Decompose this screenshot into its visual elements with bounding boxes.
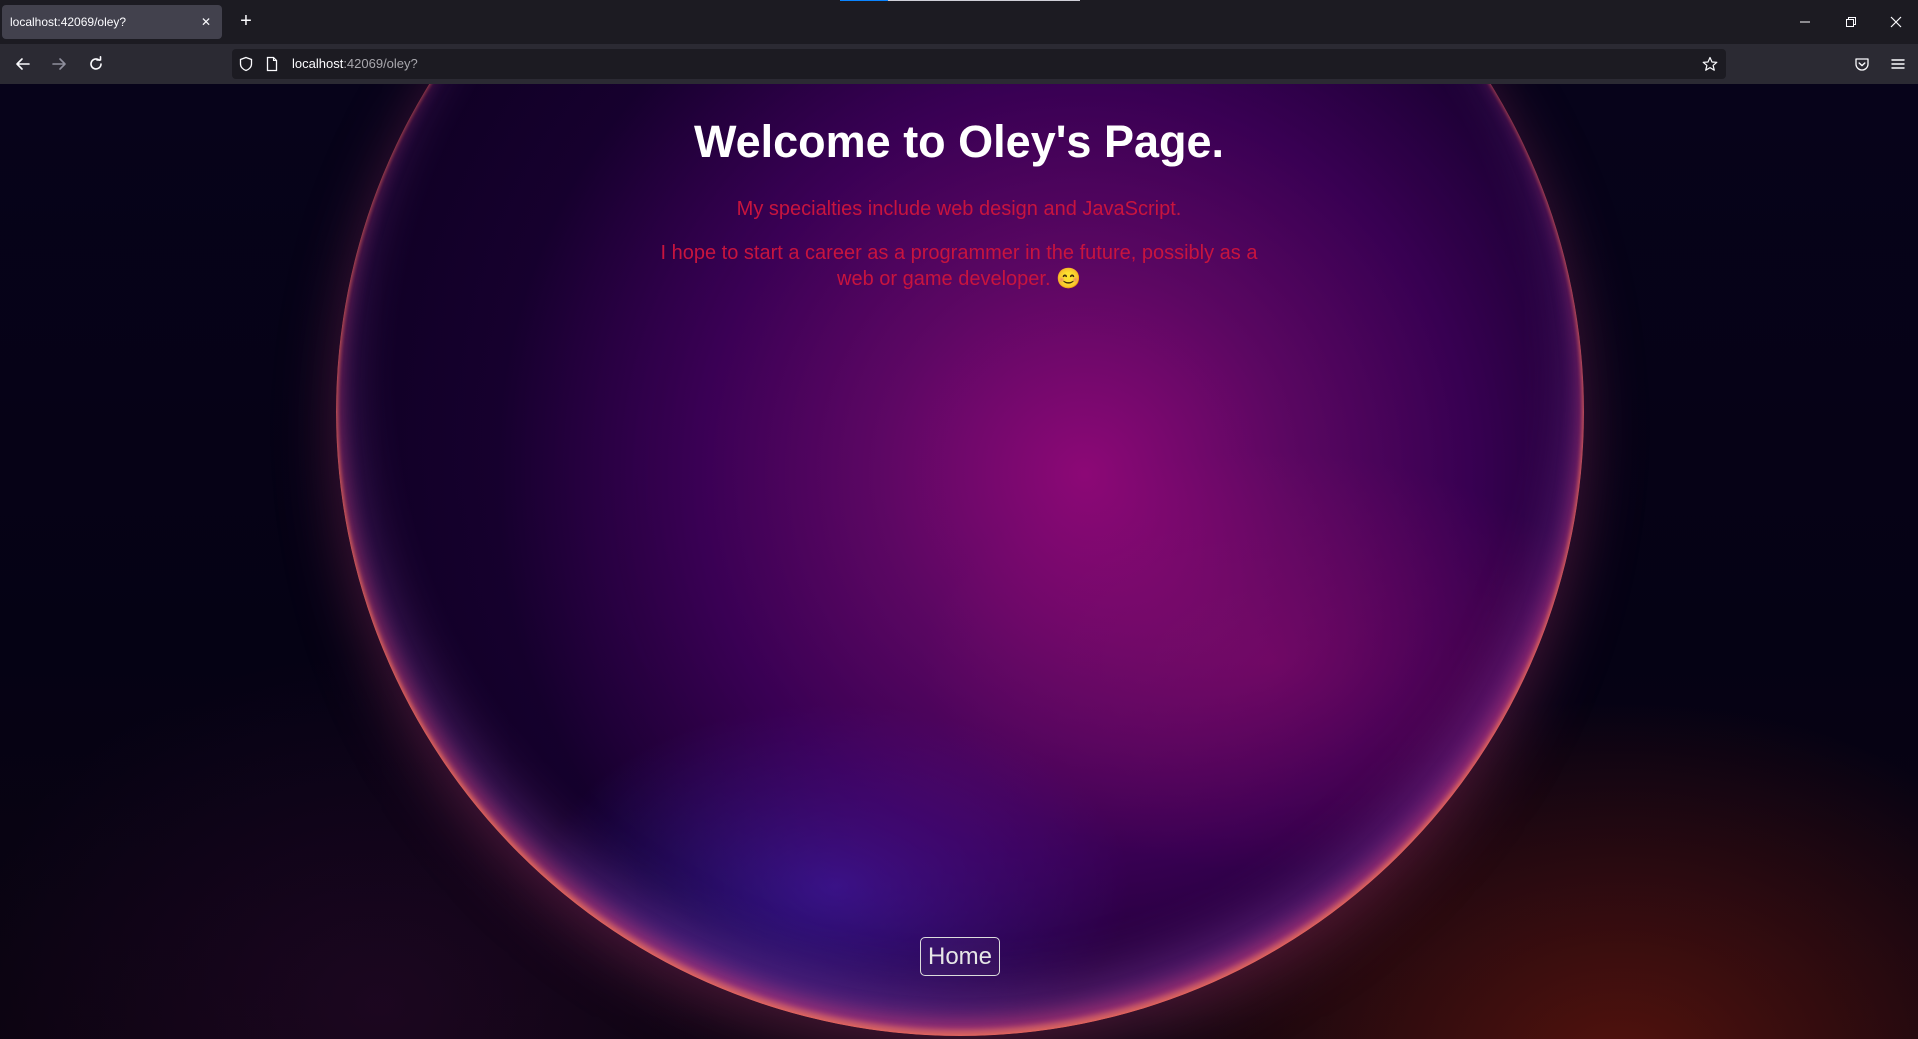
page-title: Welcome to Oley's Page. [693, 116, 1225, 167]
loading-indicator [840, 0, 888, 1]
tab-close-button[interactable]: ✕ [198, 14, 214, 30]
restore-icon [1846, 17, 1856, 27]
specialties-text: My specialties include web design and Ja… [736, 198, 1182, 220]
career-text: I hope to start a career as a programmer… [660, 242, 1258, 290]
restore-button[interactable] [1828, 6, 1874, 38]
reload-icon [90, 56, 102, 70]
browser-titlebar: localhost:42069/oley? ✕ + [0, 0, 1918, 44]
forward-button[interactable] [45, 52, 73, 76]
arrow-left-icon [16, 58, 30, 70]
star-icon[interactable] [1702, 56, 1718, 72]
new-tab-button[interactable]: + [234, 10, 258, 34]
shield-icon[interactable] [238, 56, 254, 72]
loading-indicator-track [888, 0, 1080, 1]
page-icon[interactable] [264, 56, 280, 72]
address-bar[interactable]: localhost:42069/oley? [232, 49, 1726, 79]
hamburger-menu-icon [1891, 59, 1905, 69]
page-viewport: Welcome to Oley's Page. My specialties i… [0, 84, 1918, 1039]
pocket-button[interactable] [1848, 52, 1876, 76]
reload-button[interactable] [82, 52, 110, 76]
close-icon [1890, 16, 1902, 28]
app-menu-button[interactable] [1884, 52, 1912, 76]
browser-tab[interactable]: localhost:42069/oley? ✕ [2, 5, 222, 39]
back-button[interactable] [9, 52, 37, 76]
tab-title: localhost:42069/oley? [10, 15, 127, 29]
close-window-button[interactable] [1874, 6, 1918, 38]
arrow-right-icon [52, 58, 66, 70]
minimize-button[interactable] [1782, 6, 1828, 38]
url-host: localhost [292, 56, 344, 71]
background-orb [336, 84, 1584, 1036]
home-button[interactable]: Home [920, 937, 1000, 976]
url-text[interactable]: localhost:42069/oley? [292, 56, 418, 71]
minimize-icon [1800, 21, 1810, 23]
pocket-icon [1855, 58, 1869, 71]
url-path: :42069/oley? [343, 56, 418, 71]
